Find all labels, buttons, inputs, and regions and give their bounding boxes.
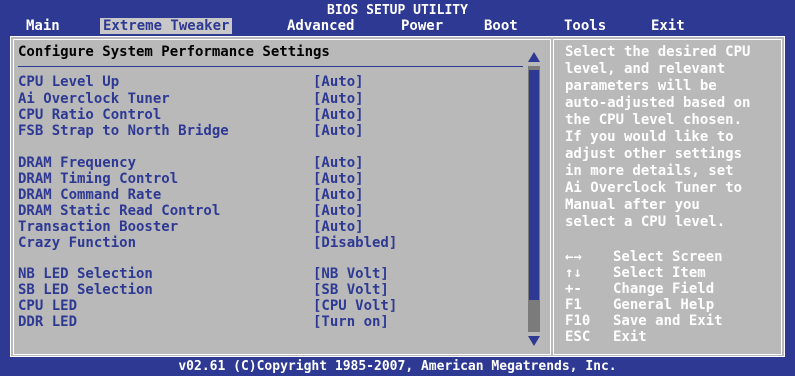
menu-exit[interactable]: Exit	[648, 18, 688, 34]
help-text-line: Select the desired CPU	[565, 44, 751, 60]
help-text-line: select a CPU level.	[565, 214, 726, 230]
option-nb-led-selection[interactable]: NB LED Selection	[18, 266, 153, 282]
value-transaction-booster[interactable]: [Auto]	[313, 219, 364, 235]
value-dram-timing-control[interactable]: [Auto]	[313, 171, 364, 187]
value-cpu-led[interactable]: [CPU Volt]	[313, 298, 397, 314]
option-dram-frequency[interactable]: DRAM Frequency	[18, 155, 136, 171]
help-text-line: auto-adjusted based on	[565, 95, 751, 111]
option-dram-command-rate[interactable]: DRAM Command Rate	[18, 187, 161, 203]
scroll-up-arrow-icon[interactable]	[528, 52, 540, 62]
option-cpu-level-up[interactable]: CPU Level Up	[18, 74, 119, 90]
key-desc-general-help: General Help	[613, 297, 715, 313]
key-desc-save-and-exit: Save and Exit	[613, 313, 723, 329]
menu-tools[interactable]: Tools	[561, 18, 609, 34]
help-text-line: level, and relevant	[565, 61, 726, 77]
help-text-line: in more details, set	[565, 163, 734, 179]
scrollbar[interactable]	[528, 52, 540, 348]
menu-advanced[interactable]: Advanced	[284, 18, 357, 34]
key-desc-select-item: Select Item	[613, 265, 706, 281]
value-ai-overclock-tuner[interactable]: [Auto]	[313, 91, 364, 107]
value-crazy-function[interactable]: [Disabled]	[313, 235, 397, 251]
help-text-line: If you would like to	[565, 129, 734, 145]
option-cpu-ratio-control[interactable]: CPU Ratio Control	[18, 107, 161, 123]
help-text-line: parameters will be	[565, 78, 717, 94]
key-f10: F10	[565, 313, 591, 329]
bios-title: BIOS SETUP UTILITY	[327, 3, 468, 18]
value-nb-led-selection[interactable]: [NB Volt]	[313, 266, 389, 282]
key-desc-exit: Exit	[613, 329, 647, 345]
help-text-line: Ai Overclock Tuner to	[565, 180, 743, 196]
option-transaction-booster[interactable]: Transaction Booster	[18, 219, 178, 235]
key-plus-minus: +-	[565, 281, 582, 297]
value-cpu-ratio-control[interactable]: [Auto]	[313, 107, 364, 123]
option-dram-static-read-control[interactable]: DRAM Static Read Control	[18, 203, 220, 219]
menu-power[interactable]: Power	[398, 18, 446, 34]
menu-extreme-tweaker[interactable]: Extreme Tweaker	[100, 18, 233, 34]
key-desc-select-screen: Select Screen	[613, 249, 723, 265]
menu-boot[interactable]: Boot	[481, 18, 521, 34]
value-dram-command-rate[interactable]: [Auto]	[313, 187, 364, 203]
value-dram-frequency[interactable]: [Auto]	[313, 155, 364, 171]
key-f1: F1	[565, 297, 582, 313]
option-dram-timing-control[interactable]: DRAM Timing Control	[18, 171, 178, 187]
value-fsb-strap[interactable]: [Auto]	[313, 123, 364, 139]
value-ddr-led[interactable]: [Turn on]	[313, 314, 389, 330]
option-ai-overclock-tuner[interactable]: Ai Overclock Tuner	[18, 91, 170, 107]
value-dram-static-read-control[interactable]: [Auto]	[313, 203, 364, 219]
option-crazy-function[interactable]: Crazy Function	[18, 235, 136, 251]
up-down-arrows-icon: ↑↓	[565, 265, 582, 281]
scroll-thumb[interactable]	[529, 70, 539, 300]
option-cpu-led[interactable]: CPU LED	[18, 298, 77, 314]
option-sb-led-selection[interactable]: SB LED Selection	[18, 282, 153, 298]
menu-main[interactable]: Main	[23, 18, 63, 34]
value-cpu-level-up[interactable]: [Auto]	[313, 74, 364, 90]
help-text-line: adjust other settings	[565, 146, 743, 162]
header-divider	[18, 66, 523, 67]
option-ddr-led[interactable]: DDR LED	[18, 314, 77, 330]
left-right-arrows-icon: ←→	[565, 249, 582, 265]
key-desc-change-field: Change Field	[613, 281, 715, 297]
help-text-line: Manual after you	[565, 197, 700, 213]
key-esc: ESC	[565, 329, 591, 345]
bios-screen: BIOS SETUP UTILITY Main Extreme Tweaker …	[0, 0, 795, 376]
value-sb-led-selection[interactable]: [SB Volt]	[313, 282, 389, 298]
scroll-track[interactable]	[528, 66, 540, 332]
option-fsb-strap[interactable]: FSB Strap to North Bridge	[18, 123, 229, 139]
section-header: Configure System Performance Settings	[18, 44, 330, 60]
help-text-line: the CPU level chosen.	[565, 112, 743, 128]
menu-bar: Main Extreme Tweaker Advanced Power Boot…	[0, 18, 795, 34]
scroll-down-arrow-icon[interactable]	[528, 336, 540, 346]
copyright-footer: v02.61 (C)Copyright 1985-2007, American …	[178, 359, 617, 374]
